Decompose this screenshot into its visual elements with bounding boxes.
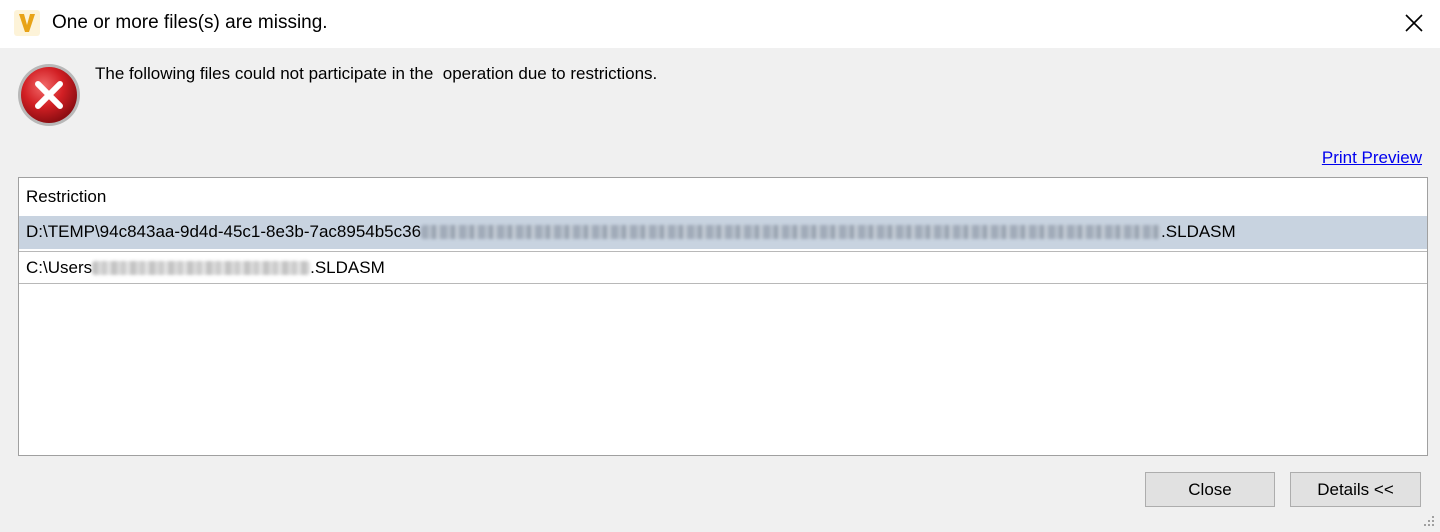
redacted-path <box>421 225 1162 239</box>
resize-grip-icon[interactable] <box>1422 514 1436 528</box>
app-logo-icon <box>14 10 40 36</box>
redacted-path <box>92 261 311 275</box>
file-extension: .SLDASM <box>1161 222 1236 241</box>
close-window-button[interactable] <box>1388 0 1440 46</box>
missing-files-dialog: One or more files(s) are missing. The fo… <box>0 0 1440 532</box>
details-toggle-button[interactable]: Details << <box>1290 472 1421 507</box>
list-item[interactable]: C:\Users .SLDASM <box>19 251 1427 284</box>
window-title: One or more files(s) are missing. <box>52 12 328 33</box>
title-bar: One or more files(s) are missing. <box>0 0 1440 48</box>
list-column-header: Restriction <box>26 187 107 206</box>
close-icon[interactable] <box>1404 13 1424 33</box>
file-path-prefix: D:\TEMP\94c843aa-9d4d-45c1-8e3b-7ac8954b… <box>26 222 422 241</box>
print-preview-link[interactable]: Print Preview <box>1322 148 1422 168</box>
error-message: The following files could not participat… <box>95 64 658 83</box>
close-button[interactable]: Close <box>1145 472 1275 507</box>
file-extension: .SLDASM <box>310 258 385 277</box>
restriction-list[interactable]: Restriction D:\TEMP\94c843aa-9d4d-45c1-8… <box>18 177 1428 456</box>
file-path-prefix: C:\Users <box>26 258 93 277</box>
error-icon <box>18 64 80 126</box>
list-item[interactable]: D:\TEMP\94c843aa-9d4d-45c1-8e3b-7ac8954b… <box>19 216 1427 249</box>
